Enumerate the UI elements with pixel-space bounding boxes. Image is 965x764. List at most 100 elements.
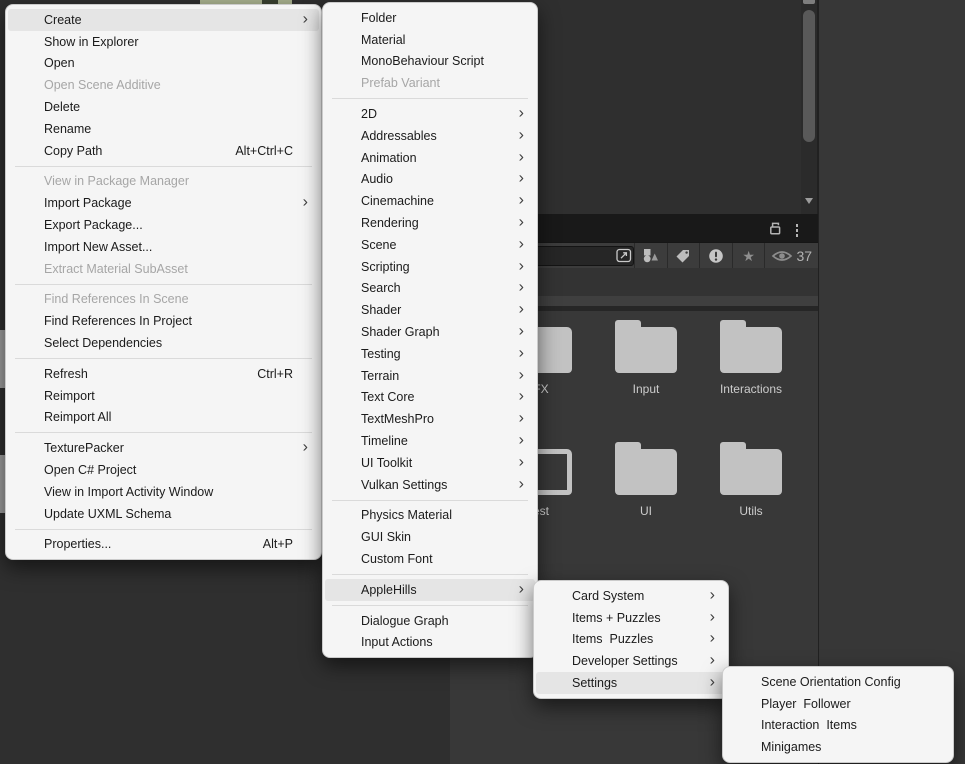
menu-item-copy-path[interactable]: Copy PathAlt+Ctrl+C [8, 140, 319, 162]
menu-item-label: Prefab Variant [361, 76, 509, 90]
menu-item-dialogue-graph[interactable]: Dialogue Graph [325, 610, 535, 632]
menu-item-rendering[interactable]: Rendering› [325, 212, 535, 234]
visibility-toggle[interactable]: 37 [765, 248, 818, 264]
menu-item-label: Reimport All [44, 410, 293, 424]
menu-item-find-references-in-project[interactable]: Find References In Project [8, 310, 319, 332]
menu-item-card-system[interactable]: Card System› [536, 585, 726, 607]
menu-item-reimport-all[interactable]: Reimport All [8, 407, 319, 429]
unlock-icon[interactable] [768, 220, 782, 241]
menu-item-text-core[interactable]: Text Core› [325, 387, 535, 409]
menu-separator [15, 529, 312, 530]
menu-item-shortcut: Alt+Ctrl+C [235, 144, 293, 158]
menu-item-scene[interactable]: Scene› [325, 234, 535, 256]
filter-by-type-button[interactable] [635, 243, 667, 269]
folder-label: Input [586, 382, 706, 396]
menu-item-folder[interactable]: Folder [325, 7, 535, 29]
right-panel [819, 0, 965, 764]
menu-item-label: MonoBehaviour Script [361, 54, 509, 68]
menu-separator [15, 284, 312, 285]
submenu-arrow-icon: › [303, 195, 308, 211]
menu-item-custom-font[interactable]: Custom Font [325, 548, 535, 570]
menu-item-items-puzzles[interactable]: Items + Puzzles› [536, 607, 726, 629]
menu-item-player-follower[interactable]: Player Follower [725, 693, 951, 715]
menu-item-label: Timeline [361, 434, 509, 448]
menu-item-open[interactable]: Open [8, 53, 319, 75]
menu-item-material[interactable]: Material [325, 29, 535, 51]
menu-item-interaction-items[interactable]: Interaction Items [725, 715, 951, 737]
menu-item-rename[interactable]: Rename [8, 118, 319, 140]
menu-item-create[interactable]: Create› [8, 9, 319, 31]
menu-item-label: Shader [361, 303, 509, 317]
menu-item-import-package[interactable]: Import Package› [8, 192, 319, 214]
menu-item-shader-graph[interactable]: Shader Graph› [325, 321, 535, 343]
visible-items-count: 37 [796, 248, 812, 264]
menu-item-ui-toolkit[interactable]: UI Toolkit› [325, 452, 535, 474]
menu-item-settings[interactable]: Settings› [536, 672, 726, 694]
folder-input[interactable]: Input [586, 319, 706, 396]
menu-item-gui-skin[interactable]: GUI Skin [325, 526, 535, 548]
folder-icon [720, 449, 782, 495]
submenu-arrow-icon: › [519, 476, 524, 492]
menu-item-minigames[interactable]: Minigames [725, 736, 951, 758]
filter-by-label-button[interactable] [668, 243, 700, 269]
folder-ui[interactable]: UI [586, 441, 706, 518]
menu-item-select-dependencies[interactable]: Select Dependencies [8, 332, 319, 354]
favorites-button[interactable]: ★ [733, 243, 765, 269]
menu-item-show-in-explorer[interactable]: Show in Explorer [8, 31, 319, 53]
create-submenu: FolderMaterial MonoBehaviour Script Prefab… [322, 2, 538, 658]
submenu-arrow-icon: › [519, 149, 524, 165]
menu-item-cinemachine[interactable]: Cinemachine› [325, 190, 535, 212]
scrollbar-thumb[interactable] [803, 10, 815, 142]
scrollbar-down-arrow-icon[interactable] [805, 198, 813, 204]
menu-item-label: TexturePacker [44, 441, 293, 455]
menu-item-scripting[interactable]: Scripting› [325, 256, 535, 278]
log-filter-button[interactable] [700, 243, 732, 269]
menu-item-addressables[interactable]: Addressables› [325, 125, 535, 147]
menu-item-texturepacker[interactable]: TexturePacker› [8, 437, 319, 459]
menu-item-label: AppleHills [361, 583, 509, 597]
menu-item-label: Animation [361, 151, 509, 165]
scrollbar-top-button[interactable] [803, 0, 815, 4]
menu-item-label: Find References In Scene [44, 292, 293, 306]
menu-item-refresh[interactable]: RefreshCtrl+R [8, 363, 319, 385]
menu-item-label: View in Import Activity Window [44, 485, 293, 499]
folder-utils[interactable]: Utils [691, 441, 811, 518]
menu-item-search[interactable]: Search› [325, 278, 535, 300]
menu-item-testing[interactable]: Testing› [325, 343, 535, 365]
menu-item-developer-settings[interactable]: Developer Settings› [536, 650, 726, 672]
folder-body [720, 449, 782, 495]
menu-item-label: Items Puzzles [572, 632, 700, 646]
kebab-menu-icon[interactable] [794, 222, 801, 239]
menu-item-import-new-asset[interactable]: Import New Asset... [8, 236, 319, 258]
menu-item-label: Open Scene Additive [44, 78, 293, 92]
menu-item-input-actions[interactable]: Input Actions [325, 632, 535, 654]
menu-item-reimport[interactable]: Reimport [8, 385, 319, 407]
menu-item-physics-material[interactable]: Physics Material [325, 505, 535, 527]
menu-item-applehills[interactable]: AppleHills› [325, 579, 535, 601]
menu-item-delete[interactable]: Delete [8, 96, 319, 118]
folder-icon [615, 327, 677, 373]
applehills-submenu: Card System›Items + Puzzles›Items Puzzle… [533, 580, 729, 699]
folder-interactions[interactable]: Interactions [691, 319, 811, 396]
menu-separator [332, 500, 528, 501]
menu-item-label: Text Core [361, 390, 509, 404]
menu-item-timeline[interactable]: Timeline› [325, 430, 535, 452]
menu-item-animation[interactable]: Animation › [325, 147, 535, 169]
menu-item-update-uxml-schema[interactable]: Update UXML Schema [8, 503, 319, 525]
menu-item-audio[interactable]: Audio› [325, 169, 535, 191]
menu-item-export-package[interactable]: Export Package... [8, 214, 319, 236]
menu-item-scene-orientation-config[interactable]: Scene Orientation Config [725, 671, 951, 693]
menu-item-monobehaviour-script[interactable]: MonoBehaviour Script [325, 51, 535, 73]
menu-item-label: Custom Font [361, 552, 509, 566]
menu-item-view-in-import-activity-window[interactable]: View in Import Activity Window [8, 481, 319, 503]
menu-item-vulkan-settings[interactable]: Vulkan Settings› [325, 474, 535, 496]
menu-item-textmeshpro[interactable]: TextMeshPro› [325, 408, 535, 430]
menu-item-shader[interactable]: Shader› [325, 299, 535, 321]
menu-item-label: Open [44, 56, 293, 70]
menu-item-items-puzzles[interactable]: Items Puzzles› [536, 629, 726, 651]
menu-item-2d[interactable]: 2D› [325, 103, 535, 125]
menu-item-open-c-project[interactable]: Open C# Project [8, 459, 319, 481]
menu-item-properties[interactable]: Properties...Alt+P [8, 534, 319, 556]
open-search-window-icon[interactable] [616, 248, 632, 263]
menu-item-terrain[interactable]: Terrain› [325, 365, 535, 387]
